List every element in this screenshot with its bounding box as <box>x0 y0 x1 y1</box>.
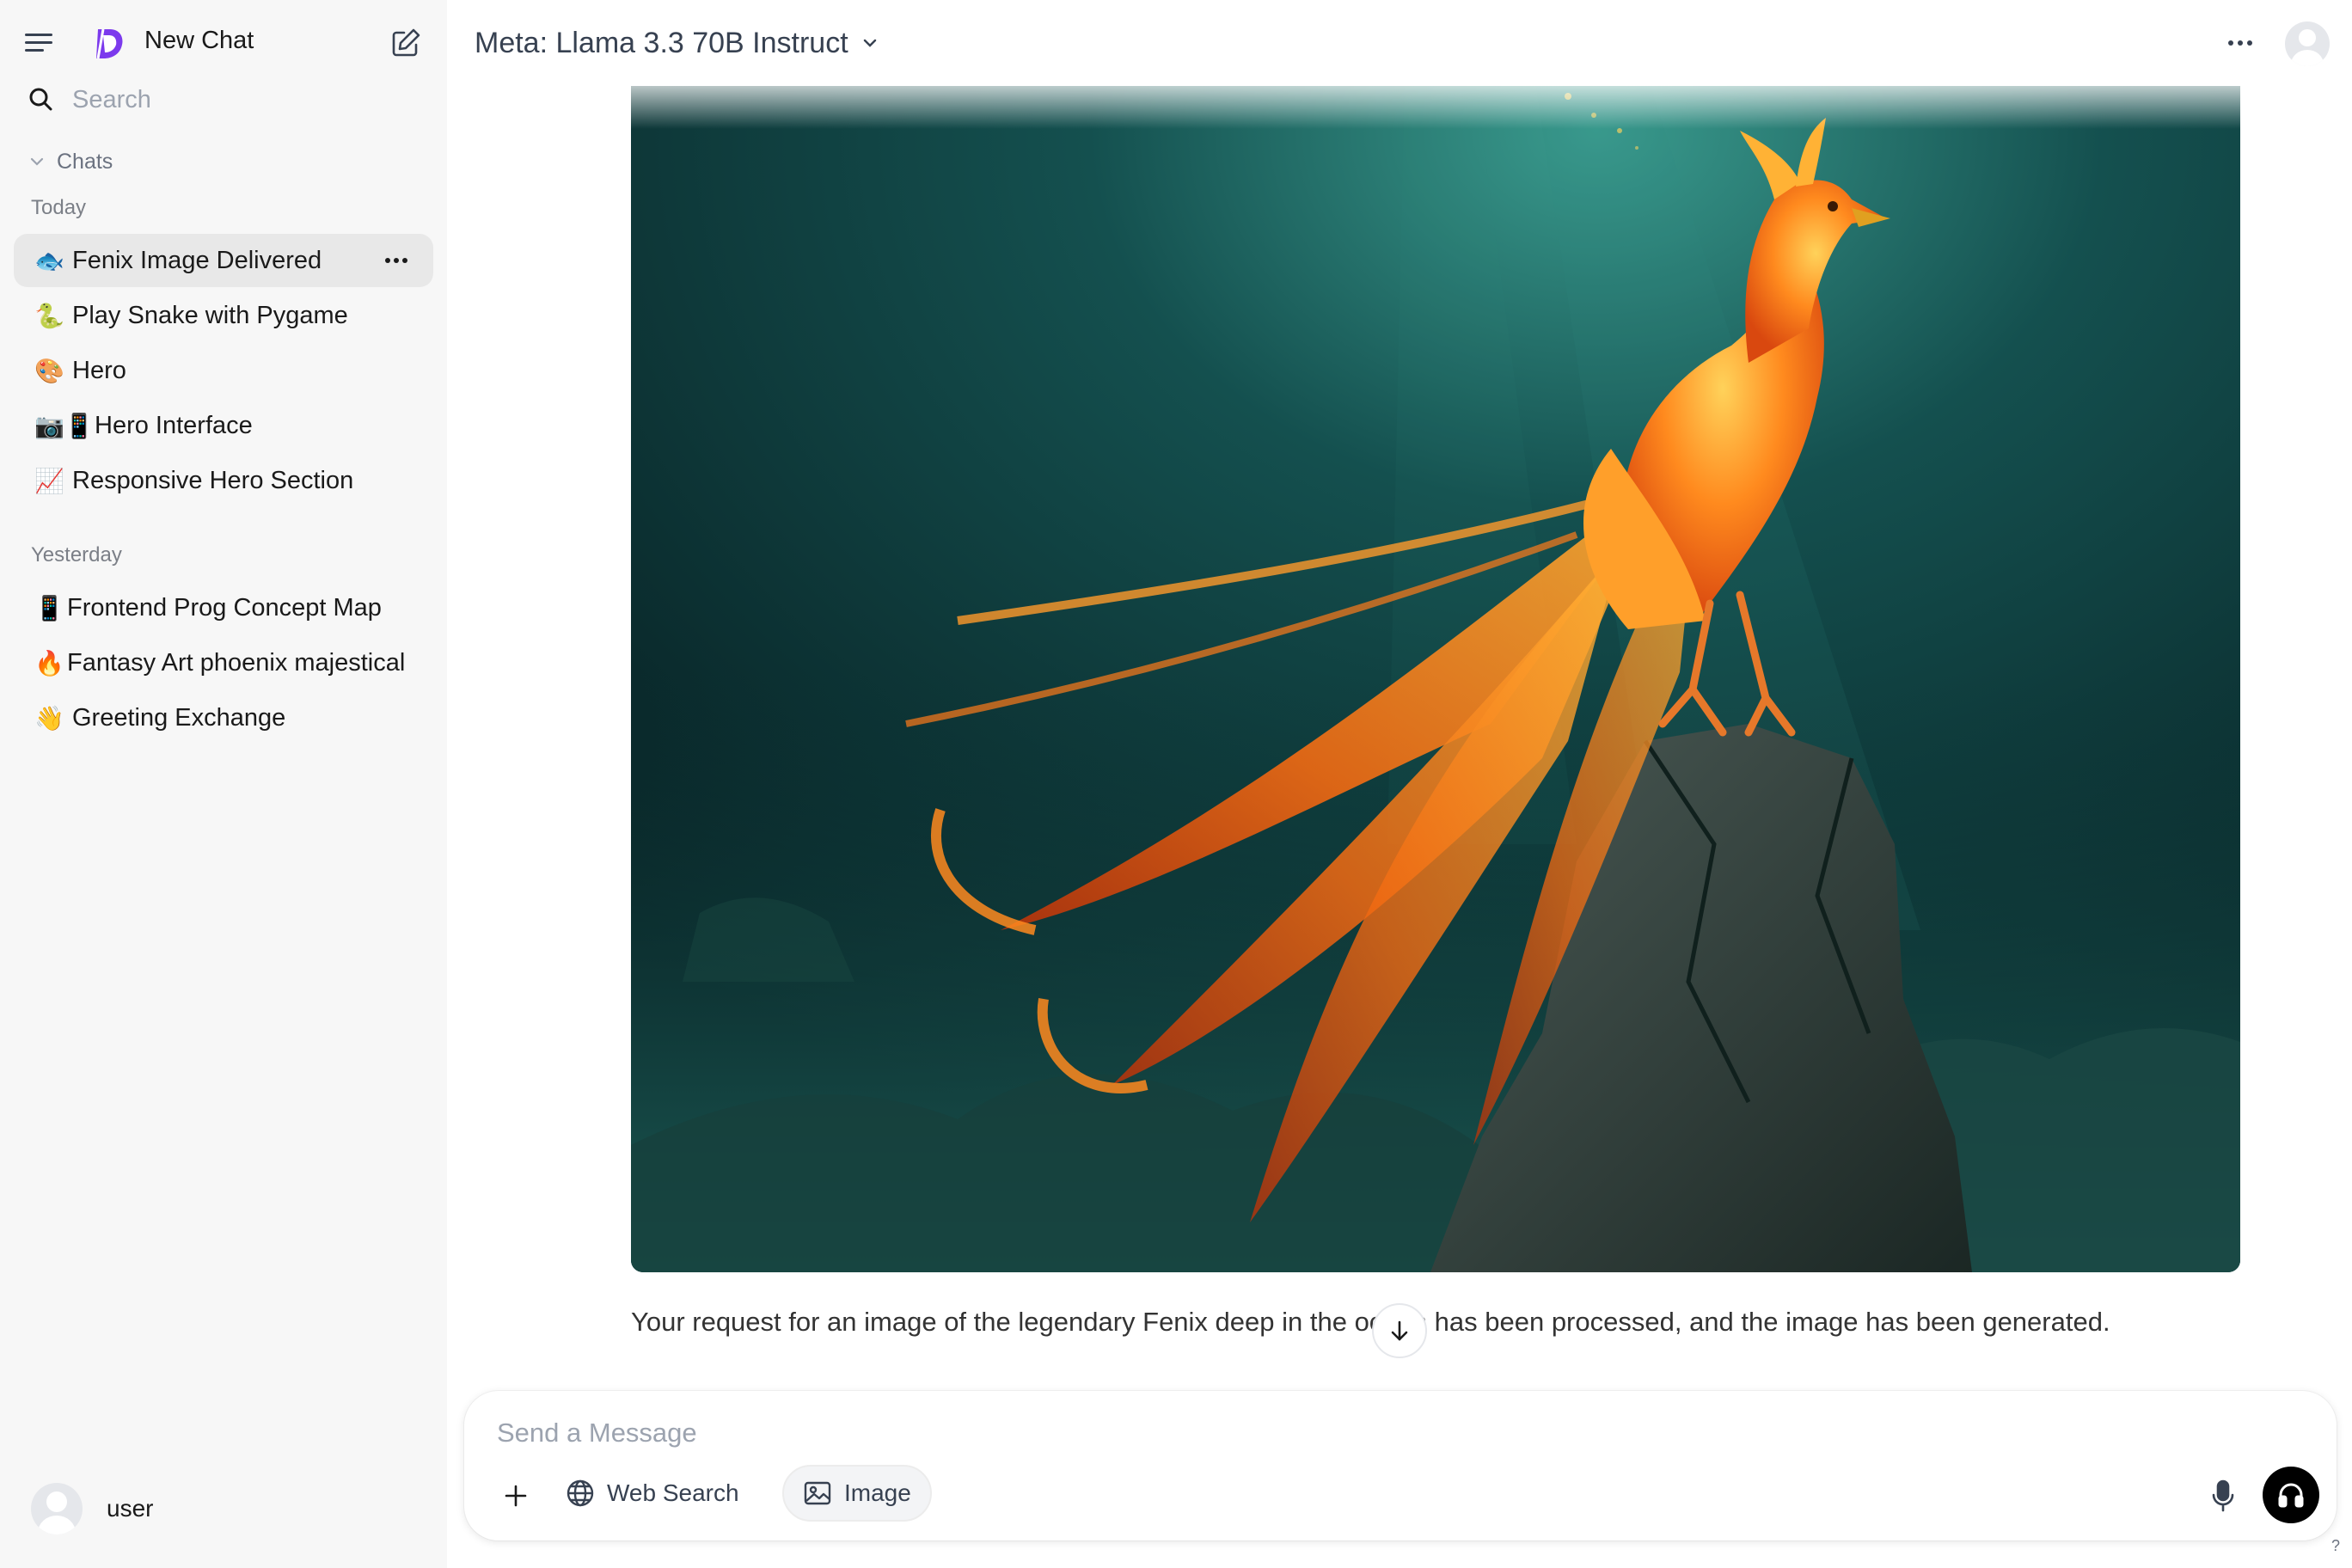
message-input[interactable] <box>497 1412 2130 1455</box>
chat-emoji: 📱 <box>34 593 64 622</box>
chat-header: Meta: Llama 3.3 70B Instruct <box>447 0 2352 86</box>
chat-emoji: 🐟 <box>34 246 64 275</box>
scroll-to-bottom-button[interactable] <box>1372 1303 1427 1358</box>
chat-emoji: 📈 <box>34 466 64 495</box>
more-options-icon[interactable] <box>2225 33 2256 53</box>
chat-options-icon[interactable] <box>383 248 409 273</box>
chat-title: Fenix Image Delivered <box>72 246 322 274</box>
image-icon <box>804 1481 831 1505</box>
new-chat-edit-icon[interactable] <box>389 26 423 60</box>
chat-emoji: 🐍 <box>34 301 64 330</box>
chats-section-toggle[interactable]: Chats <box>29 148 113 175</box>
help-button[interactable]: ? <box>2331 1537 2340 1555</box>
app-logo-icon[interactable] <box>89 24 127 62</box>
avatar <box>31 1483 83 1534</box>
chat-main: Meta: Llama 3.3 70B Instruct Your reques… <box>447 0 2352 1568</box>
chat-item[interactable]: 👋 Greeting Exchange <box>14 691 433 744</box>
globe-icon <box>567 1479 594 1507</box>
chat-emoji: 👋 <box>34 703 64 732</box>
headphones-icon <box>2278 1483 2304 1508</box>
menu-icon[interactable] <box>24 29 53 55</box>
plus-icon <box>505 1485 527 1507</box>
search-input[interactable] <box>72 83 416 117</box>
chat-item[interactable]: 🎨 Hero <box>14 344 433 397</box>
sidebar-header: New Chat <box>0 0 447 86</box>
arrow-down-icon <box>1391 1320 1408 1341</box>
chat-title: Hero <box>72 356 126 384</box>
voice-mode-button[interactable] <box>2263 1467 2319 1523</box>
message-composer: Web Search Image <box>464 1391 2337 1540</box>
chat-title: Responsive Hero Section <box>72 466 354 494</box>
user-menu[interactable]: user <box>31 1482 153 1535</box>
chat-title: Hero Interface <box>95 411 253 439</box>
user-name: user <box>107 1495 154 1522</box>
image-generation-toggle[interactable]: Image <box>782 1465 932 1522</box>
add-attachment-button[interactable] <box>497 1477 535 1515</box>
chat-item[interactable]: 📷📱 Hero Interface <box>14 399 433 452</box>
group-label-yesterday: Yesterday <box>31 543 122 567</box>
header-avatar[interactable] <box>2285 21 2330 66</box>
new-chat-label[interactable]: New Chat <box>144 27 254 55</box>
chevron-down-icon <box>30 157 44 166</box>
model-selector[interactable]: Meta: Llama 3.3 70B Instruct <box>475 24 879 62</box>
chat-item[interactable]: 🐟 Fenix Image Delivered <box>14 234 433 287</box>
chat-title: Play Snake with Pygame <box>72 301 348 329</box>
chevron-down-icon <box>863 39 876 47</box>
chat-item[interactable]: 📈 Responsive Hero Section <box>14 454 433 507</box>
web-search-label: Web Search <box>607 1479 739 1506</box>
chat-item[interactable]: 📱 Frontend Prog Concept Map <box>14 581 433 634</box>
group-label-today: Today <box>31 196 87 219</box>
chat-title: Fantasy Art phoenix majestical <box>67 648 406 677</box>
chat-item[interactable]: 🐍 Play Snake with Pygame <box>14 289 433 342</box>
chat-title: Frontend Prog Concept Map <box>67 593 382 622</box>
chat-emoji: 📷📱 <box>34 411 95 440</box>
chats-section-label: Chats <box>57 149 113 174</box>
web-search-toggle[interactable]: Web Search <box>547 1465 758 1522</box>
chat-item[interactable]: 🔥 Fantasy Art phoenix majestical <box>14 636 433 689</box>
voice-input-button[interactable] <box>2206 1477 2240 1515</box>
phoenix-artwork <box>631 70 2240 1272</box>
model-name: Meta: Llama 3.3 70B Instruct <box>475 26 848 59</box>
image-label: Image <box>844 1479 911 1506</box>
assistant-message-text: Your request for an image of the legenda… <box>631 1307 2110 1337</box>
search-icon <box>29 88 52 111</box>
chat-emoji: 🔥 <box>34 648 64 677</box>
chat-title: Greeting Exchange <box>72 703 286 732</box>
chat-emoji: 🎨 <box>34 356 64 385</box>
microphone-icon <box>2212 1479 2234 1512</box>
sidebar-search <box>24 83 428 117</box>
generated-phoenix-image[interactable] <box>631 70 2240 1272</box>
sidebar: New Chat Chats Today 🐟 Fenix Image Deliv… <box>0 0 447 1568</box>
